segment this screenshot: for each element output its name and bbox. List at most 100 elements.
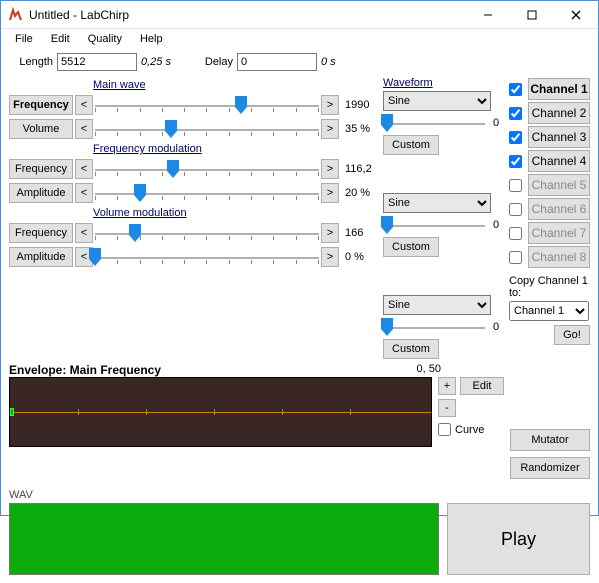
param-vm_freq-value: 166 xyxy=(341,227,377,239)
waveform-custom-2[interactable]: Custom xyxy=(383,339,439,359)
waveform-slider-0[interactable] xyxy=(383,116,485,130)
params-column: Main wave Frequency < > 1990 Volume < > … xyxy=(9,77,377,359)
channel-2-button[interactable]: Channel 2 xyxy=(528,102,590,124)
close-button[interactable] xyxy=(554,1,598,29)
param-volume: Volume < > 35 % xyxy=(9,117,377,141)
channel-5-checkbox[interactable] xyxy=(509,179,522,192)
param-vm_amp-slider[interactable] xyxy=(95,247,319,267)
waveform-header: Waveform xyxy=(383,77,503,89)
length-seconds: 0,25 s xyxy=(141,56,191,68)
waveform-select-1[interactable]: Sine xyxy=(383,193,491,213)
param-vm_freq-button[interactable]: Frequency xyxy=(9,223,73,243)
go-button[interactable]: Go! xyxy=(554,325,590,345)
section-vol-mod: Volume modulation xyxy=(93,207,377,219)
copy-target-select[interactable]: Channel 1 xyxy=(509,301,589,321)
wav-canvas xyxy=(9,503,439,575)
param-frequency-slider[interactable] xyxy=(95,95,319,115)
waveform-slider-1[interactable] xyxy=(383,218,485,232)
waveform-select-2[interactable]: Sine xyxy=(383,295,491,315)
param-frequency: Frequency < > 1990 xyxy=(9,93,377,117)
param-frequency-button[interactable]: Frequency xyxy=(9,95,73,115)
env-plus-button[interactable]: + xyxy=(438,377,456,395)
waveform-custom-0[interactable]: Custom xyxy=(383,135,439,155)
randomizer-button[interactable]: Randomizer xyxy=(510,457,590,479)
maximize-button[interactable] xyxy=(510,1,554,29)
envelope-canvas[interactable] xyxy=(9,377,432,447)
channel-6-button[interactable]: Channel 6 xyxy=(528,198,590,220)
envelope-side: + Edit - Curve xyxy=(438,377,504,479)
param-volume-dec[interactable]: < xyxy=(75,119,93,139)
channel-3-button[interactable]: Channel 3 xyxy=(528,126,590,148)
waveform-custom-1[interactable]: Custom xyxy=(383,237,439,257)
channel-2-checkbox[interactable] xyxy=(509,107,522,120)
param-fm_freq-dec[interactable]: < xyxy=(75,159,93,179)
app-icon xyxy=(7,7,23,23)
section-main-wave: Main wave xyxy=(93,79,377,91)
length-input[interactable] xyxy=(57,53,137,71)
channel-1-button[interactable]: Channel 1 xyxy=(528,78,590,100)
waveform-select-0[interactable]: Sine xyxy=(383,91,491,111)
env-minus-button[interactable]: - xyxy=(438,399,456,417)
menu-edit[interactable]: Edit xyxy=(43,31,78,47)
param-fm_amp-button[interactable]: Amplitude xyxy=(9,183,73,203)
channel-row-3: Channel 3 xyxy=(509,125,590,149)
channel-4-button[interactable]: Channel 4 xyxy=(528,150,590,172)
param-fm_freq-slider[interactable] xyxy=(95,159,319,179)
top-row: Length 0,25 s Delay 0 s xyxy=(9,53,590,71)
play-button[interactable]: Play xyxy=(447,503,590,575)
minimize-button[interactable] xyxy=(466,1,510,29)
param-frequency-value: 1990 xyxy=(341,99,377,111)
param-frequency-inc[interactable]: > xyxy=(321,95,339,115)
menu-help[interactable]: Help xyxy=(132,31,171,47)
param-vm_amp-inc[interactable]: > xyxy=(321,247,339,267)
content: Length 0,25 s Delay 0 s Main wave Freque… xyxy=(1,49,598,583)
channel-7-button[interactable]: Channel 7 xyxy=(528,222,590,244)
channel-8-button[interactable]: Channel 8 xyxy=(528,246,590,268)
channel-3-checkbox[interactable] xyxy=(509,131,522,144)
channel-1-checkbox[interactable] xyxy=(509,83,522,96)
param-fm_freq-inc[interactable]: > xyxy=(321,159,339,179)
param-fm_freq-button[interactable]: Frequency xyxy=(9,159,73,179)
param-fm_amp-inc[interactable]: > xyxy=(321,183,339,203)
channel-6-checkbox[interactable] xyxy=(509,203,522,216)
param-vm_freq-slider[interactable] xyxy=(95,223,319,243)
param-volume-inc[interactable]: > xyxy=(321,119,339,139)
param-vm_amp-button[interactable]: Amplitude xyxy=(9,247,73,267)
channel-row-7: Channel 7 xyxy=(509,221,590,245)
envelope-title: Envelope: Main Frequency xyxy=(9,363,161,377)
channel-5-button[interactable]: Channel 5 xyxy=(528,174,590,196)
param-vm_freq-dec[interactable]: < xyxy=(75,223,93,243)
param-fm_amp-dec[interactable]: < xyxy=(75,183,93,203)
channel-row-5: Channel 5 xyxy=(509,173,590,197)
window-controls xyxy=(466,1,598,28)
mutator-button[interactable]: Mutator xyxy=(510,429,590,451)
menu-file[interactable]: File xyxy=(7,31,41,47)
channel-7-checkbox[interactable] xyxy=(509,227,522,240)
waveform-slider-2[interactable] xyxy=(383,320,485,334)
length-label: Length xyxy=(9,56,53,68)
envelope-handle[interactable] xyxy=(10,408,14,416)
param-fm_amp-slider[interactable] xyxy=(95,183,319,203)
channel-8-checkbox[interactable] xyxy=(509,251,522,264)
env-edit-button[interactable]: Edit xyxy=(460,377,504,395)
waveform-block-0: Sine 0 Custom xyxy=(383,91,503,155)
menubar: File Edit Quality Help xyxy=(1,29,598,49)
param-volume-slider[interactable] xyxy=(95,119,319,139)
delay-label: Delay xyxy=(195,56,233,68)
param-frequency-dec[interactable]: < xyxy=(75,95,93,115)
waveform-value-2: 0 xyxy=(489,321,503,333)
channel-4-checkbox[interactable] xyxy=(509,155,522,168)
param-fm_freq-value: 116,2 xyxy=(341,163,377,175)
waveform-value-0: 0 xyxy=(489,117,503,129)
env-curve-label: Curve xyxy=(455,424,484,436)
menu-quality[interactable]: Quality xyxy=(80,31,130,47)
titlebar: Untitled - LabChirp xyxy=(1,1,598,29)
param-volume-button[interactable]: Volume xyxy=(9,119,73,139)
param-vm_freq-inc[interactable]: > xyxy=(321,223,339,243)
env-curve-checkbox[interactable] xyxy=(438,423,451,436)
wav-label: WAV xyxy=(9,489,590,501)
channel-row-1: Channel 1 xyxy=(509,77,590,101)
waveform-block-2: Sine 0 Custom xyxy=(383,295,503,359)
delay-input[interactable] xyxy=(237,53,317,71)
channel-row-4: Channel 4 xyxy=(509,149,590,173)
